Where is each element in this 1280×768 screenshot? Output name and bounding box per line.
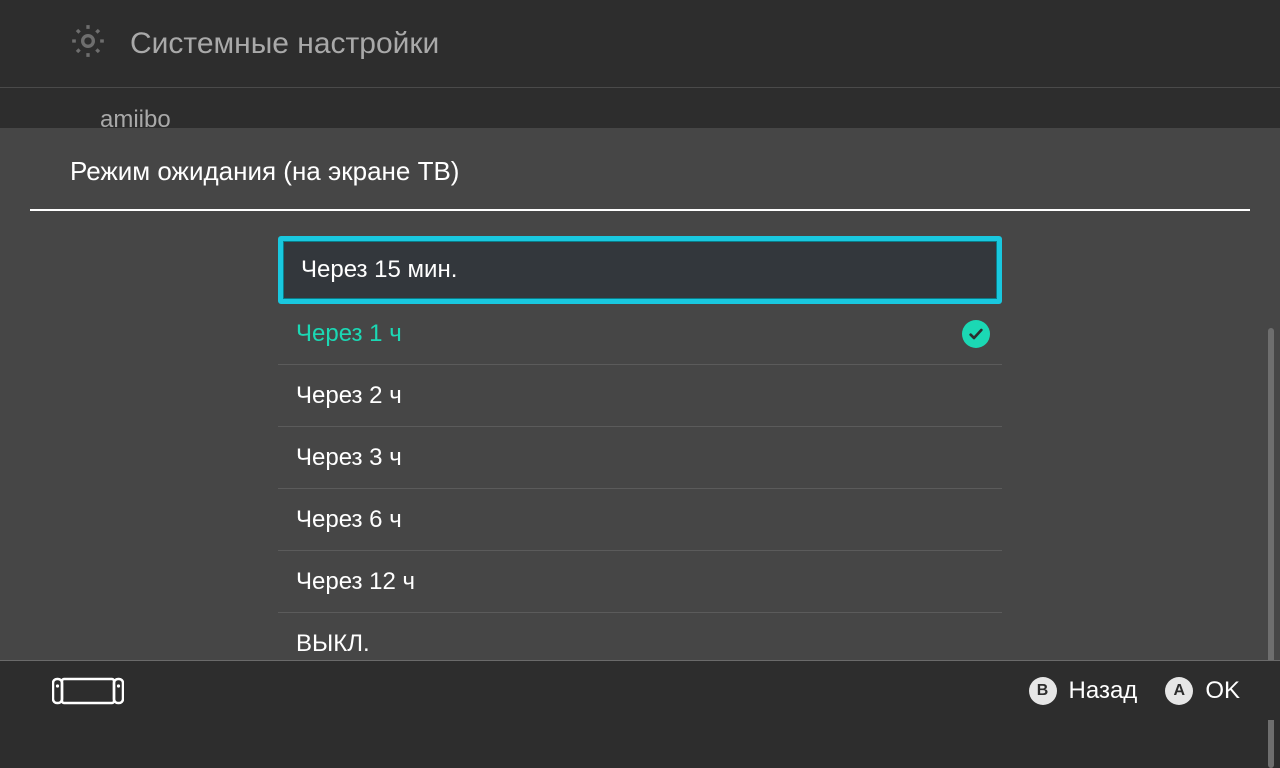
option-label: Через 3 ч [296,444,402,472]
option-label: Через 1 ч [296,320,402,348]
b-button-icon: B [1029,677,1057,705]
header: Системные настройки [0,0,1280,88]
divider [30,209,1250,211]
modal-panel: Режим ожидания (на экране ТВ) Через 15 м… [0,128,1280,660]
option-item[interactable]: Через 15 мин. [278,236,1002,304]
a-button-icon: A [1165,677,1193,705]
hint-ok-label: OK [1205,677,1240,705]
gear-icon [68,21,108,66]
option-item[interactable]: Через 1 ч [278,303,1002,365]
page-title: Системные настройки [130,27,439,61]
option-label: Через 6 ч [296,506,402,534]
checkmark-icon [962,320,990,348]
option-label: ВЫКЛ. [296,630,370,658]
hint-ok[interactable]: A OK [1165,677,1240,705]
option-item[interactable]: Через 12 ч [278,551,1002,613]
option-item[interactable]: Через 2 ч [278,365,1002,427]
option-label: Через 2 ч [296,382,402,410]
hint-back-label: Назад [1069,677,1138,705]
option-item[interactable]: Через 6 ч [278,489,1002,551]
option-item[interactable]: Через 3 ч [278,427,1002,489]
option-item[interactable]: ВЫКЛ. [278,613,1002,660]
modal-title: Режим ожидания (на экране ТВ) [70,156,1280,187]
option-label: Через 15 мин. [301,256,457,284]
controller-icon [52,676,124,706]
hint-back[interactable]: B Назад [1029,677,1138,705]
option-label: Через 12 ч [296,568,415,596]
option-list: Через 15 мин. Через 1 ч Через 2 ч Через 3 ч… [278,236,1002,660]
footer-bar: B Назад A OK [0,660,1280,720]
